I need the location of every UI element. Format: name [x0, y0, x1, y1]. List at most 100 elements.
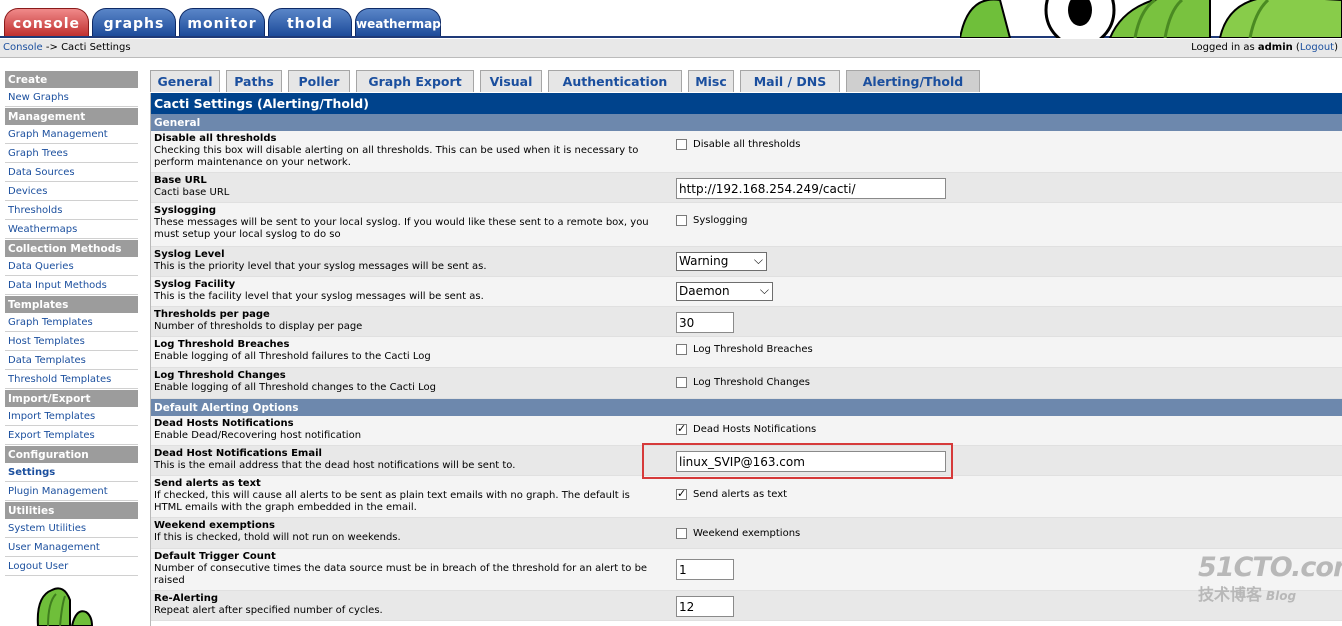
cactus-logo-icon [36, 587, 94, 626]
setting-row-thresholds-per-page: Thresholds per page Number of thresholds … [151, 307, 1342, 337]
setting-label: Dead Host Notifications Email This is the… [154, 448, 659, 472]
setting-description: This is the email address that the dead … [154, 460, 516, 471]
setting-title: Log Threshold Breaches [154, 339, 290, 350]
tab-mail-dns[interactable]: Mail / DNS [740, 70, 840, 92]
default-trigger-count-input[interactable]: 1 [676, 559, 734, 580]
tab-paths[interactable]: Paths [226, 70, 282, 92]
sidebar-item-weathermaps[interactable]: Weathermaps [5, 221, 138, 239]
watermark-blog: Blog [1266, 589, 1297, 603]
breadcrumb-console-link[interactable]: Console [3, 42, 43, 53]
sidebar-item-host-templates[interactable]: Host Templates [5, 333, 138, 351]
watermark-site: 51CTO.com [1198, 552, 1342, 583]
sidebar-item-devices[interactable]: Devices [5, 183, 138, 201]
sidebar-header-collection-methods: Collection Methods [5, 240, 138, 257]
weekend-exemptions-checkbox[interactable] [676, 528, 687, 539]
send-alerts-as-text-checkbox[interactable] [676, 487, 687, 500]
sidebar-item-export-templates[interactable]: Export Templates [5, 427, 138, 445]
tab-visual[interactable]: Visual [480, 70, 542, 92]
sidebar-item-new-graphs[interactable]: New Graphs [5, 89, 138, 107]
setting-label: Log Threshold Breaches Enable logging of … [154, 339, 659, 363]
dead-hosts-notifications-checkbox[interactable] [676, 422, 687, 435]
tab-alerting-thold[interactable]: Alerting/Thold [846, 70, 980, 92]
syslog-level-select[interactable]: Warning ⌵ [676, 252, 767, 271]
sidebar-item-logout-user[interactable]: Logout User [5, 558, 138, 576]
setting-control: Weekend exemptions [676, 528, 800, 540]
tab-general[interactable]: General [150, 70, 220, 92]
setting-title: Default Trigger Count [154, 551, 276, 562]
settings-form: General Disable all thresholds Checking th… [151, 114, 1342, 621]
re-alerting-input[interactable]: 12 [676, 596, 734, 617]
log-threshold-changes-checkbox[interactable] [676, 377, 687, 388]
setting-control: http://192.168.254.249/cacti/ [676, 178, 946, 199]
setting-row-syslog-facility: Syslog Facility This is the facility leve… [151, 277, 1342, 307]
logout-link[interactable]: Logout [1300, 42, 1334, 53]
sidebar-item-import-templates[interactable]: Import Templates [5, 408, 138, 426]
setting-row-syslog-level: Syslog Level This is the priority level t… [151, 247, 1342, 277]
tab-authentication[interactable]: Authentication [548, 70, 682, 92]
setting-description: Enable logging of all Threshold failures… [154, 351, 431, 362]
sidebar-item-data-sources[interactable]: Data Sources [5, 164, 138, 182]
syslogging-checkbox[interactable] [676, 215, 687, 226]
setting-control: Warning ⌵ [676, 252, 767, 271]
nav-tab-monitor[interactable]: monitor [179, 8, 265, 36]
nav-tab-graphs[interactable]: graphs [92, 8, 176, 36]
sidebar-item-graph-management[interactable]: Graph Management [5, 126, 138, 144]
sidebar-item-plugin-management[interactable]: Plugin Management [5, 483, 138, 501]
tab-graph-export[interactable]: Graph Export [356, 70, 474, 92]
setting-title: Re-Alerting [154, 593, 218, 604]
syslog-facility-select[interactable]: Daemon ⌵ [676, 282, 773, 301]
setting-description: If checked, this will cause all alerts t… [154, 490, 630, 513]
log-threshold-breaches-checkbox[interactable] [676, 344, 687, 355]
setting-label: Default Trigger Count Number of consecuti… [154, 551, 659, 587]
setting-label: Syslog Level This is the priority level t… [154, 249, 659, 273]
nav-tab-thold[interactable]: thold [268, 8, 352, 36]
sidebar-item-graph-trees[interactable]: Graph Trees [5, 145, 138, 163]
sidebar-item-data-input-methods[interactable]: Data Input Methods [5, 277, 138, 295]
sidebar-header-utilities: Utilities [5, 502, 138, 519]
tab-misc[interactable]: Misc [688, 70, 734, 92]
setting-title: Dead Hosts Notifications [154, 418, 294, 429]
setting-title: Syslog Facility [154, 279, 236, 290]
setting-label: Re-Alerting Repeat alert after specified … [154, 593, 659, 617]
tab-poller[interactable]: Poller [288, 70, 350, 92]
syslogging-checkbox-label: Syslogging [693, 215, 748, 226]
setting-row-default-trigger-count: Default Trigger Count Number of consecuti… [151, 549, 1342, 591]
nav-tab-weathermap[interactable]: weathermap [355, 8, 441, 36]
sidebar-item-data-queries[interactable]: Data Queries [5, 258, 138, 276]
sidebar-item-settings[interactable]: Settings [5, 464, 138, 482]
weekend-exemptions-checkbox-label: Weekend exemptions [693, 528, 801, 539]
sidebar-header-create: Create [5, 71, 138, 88]
setting-description: Checking this box will disable alerting … [154, 145, 639, 168]
disable-all-thresholds-checkbox[interactable] [676, 139, 687, 150]
setting-title: Dead Host Notifications Email [154, 448, 322, 459]
base-url-input[interactable]: http://192.168.254.249/cacti/ [676, 178, 946, 199]
setting-control: Send alerts as text [676, 487, 787, 501]
settings-panel: Cacti Settings (Alerting/Thold) General D… [150, 93, 1342, 626]
sidebar-header-import-export: Import/Export [5, 390, 138, 407]
sidebar-header-configuration: Configuration [5, 446, 138, 463]
sidebar-item-user-management[interactable]: User Management [5, 539, 138, 557]
syslog-level-selected-value: Warning [679, 254, 729, 268]
setting-control: 1 [676, 559, 734, 580]
sidebar-item-threshold-templates[interactable]: Threshold Templates [5, 371, 138, 389]
sidebar-item-thresholds[interactable]: Thresholds [5, 202, 138, 220]
setting-row-dead-hosts-notifications: Dead Hosts Notifications Enable Dead/Reco… [151, 416, 1342, 446]
setting-description: Enable Dead/Recovering host notification [154, 430, 362, 441]
breadcrumb-separator: -> [45, 42, 58, 53]
setting-row-syslogging: Syslogging These messages will be sent to… [151, 203, 1342, 247]
sidebar-item-graph-templates[interactable]: Graph Templates [5, 314, 138, 332]
cactus-logo-icon [960, 0, 1342, 38]
setting-control: 12 [676, 596, 734, 617]
sidebar-item-system-utilities[interactable]: System Utilities [5, 520, 138, 538]
login-status: Logged in as admin (Logout) [1191, 42, 1338, 53]
setting-description: These messages will be sent to your loca… [154, 217, 649, 240]
setting-control: Dead Hosts Notifications [676, 422, 816, 436]
syslog-facility-selected-value: Daemon [679, 284, 730, 298]
setting-description: This is the facility level that your sys… [154, 291, 484, 302]
sidebar-item-data-templates[interactable]: Data Templates [5, 352, 138, 370]
thresholds-per-page-input[interactable]: 30 [676, 312, 734, 333]
setting-label: Weekend exemptions If this is checked, th… [154, 520, 659, 544]
setting-title: Syslogging [154, 205, 216, 216]
section-header-default-alerting: Default Alerting Options [151, 399, 1342, 416]
nav-tab-console[interactable]: console [4, 8, 89, 36]
